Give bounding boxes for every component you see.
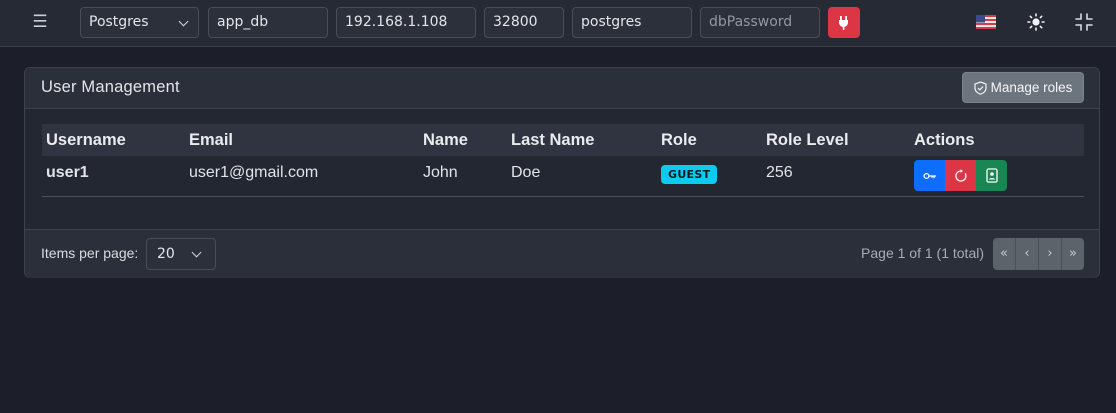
cell-email: user1@gmail.com bbox=[189, 164, 319, 181]
card-header: User Management Manage roles bbox=[25, 68, 1099, 109]
column-header-username: Username bbox=[46, 131, 126, 149]
compress-icon bbox=[1075, 13, 1093, 31]
password-placeholder: dbPassword bbox=[709, 14, 793, 30]
host-input[interactable]: 192.168.1.108 bbox=[336, 7, 476, 38]
shield-check-icon bbox=[973, 80, 987, 95]
sun-icon bbox=[1027, 13, 1045, 31]
card-title: User Management bbox=[41, 78, 180, 96]
db-type-value: Postgres bbox=[89, 14, 149, 30]
table-row: user1 user1@gmail.com John Doe GUEST 256 bbox=[42, 156, 1084, 197]
column-header-role: Role bbox=[661, 131, 697, 149]
pagination: « ‹ › » bbox=[993, 238, 1084, 270]
host-value: 192.168.1.108 bbox=[345, 14, 448, 30]
last-page-button[interactable]: » bbox=[1062, 238, 1084, 270]
key-icon bbox=[922, 172, 936, 179]
top-bar: ☰ Postgres app_db 192.168.1.108 32800 po… bbox=[0, 0, 1116, 47]
reset-icon bbox=[954, 168, 967, 182]
cell-name: John bbox=[423, 164, 458, 181]
db-name-input[interactable]: app_db bbox=[208, 7, 328, 38]
theme-toggle-button[interactable] bbox=[1024, 11, 1048, 33]
column-header-email: Email bbox=[189, 131, 234, 149]
manage-roles-label: Manage roles bbox=[990, 80, 1073, 95]
collapse-button[interactable] bbox=[1072, 11, 1096, 33]
cell-username: user1 bbox=[46, 164, 89, 181]
cell-last-name: Doe bbox=[511, 164, 541, 181]
user-profile-button[interactable] bbox=[976, 160, 1007, 191]
previous-page-button[interactable]: ‹ bbox=[1016, 238, 1039, 270]
language-button[interactable] bbox=[974, 11, 998, 33]
column-header-last-name: Last Name bbox=[511, 131, 595, 149]
db-name-value: app_db bbox=[217, 14, 269, 30]
column-header-role-level: Role Level bbox=[766, 131, 849, 149]
user-management-card: User Management Manage roles Username Em… bbox=[24, 67, 1100, 278]
card-footer: Items per page: 20 Page 1 of 1 (1 total)… bbox=[25, 229, 1099, 278]
column-header-name: Name bbox=[423, 131, 468, 149]
plug-icon bbox=[839, 15, 848, 30]
page-info: Page 1 of 1 (1 total) bbox=[861, 245, 984, 261]
items-per-page-value: 20 bbox=[157, 246, 175, 262]
column-header-actions: Actions bbox=[914, 131, 975, 149]
manage-roles-button[interactable]: Manage roles bbox=[962, 72, 1084, 103]
id-card-icon bbox=[985, 168, 998, 183]
table-header: Username Email Name Last Name Role Role … bbox=[42, 124, 1084, 156]
port-input[interactable]: 32800 bbox=[484, 7, 564, 38]
reset-user-button[interactable] bbox=[945, 160, 976, 191]
next-page-button[interactable]: › bbox=[1039, 238, 1062, 270]
password-input[interactable]: dbPassword bbox=[700, 7, 820, 38]
change-password-button[interactable] bbox=[914, 160, 945, 191]
port-value: 32800 bbox=[493, 14, 538, 30]
first-page-button[interactable]: « bbox=[993, 238, 1016, 270]
connect-button[interactable] bbox=[828, 7, 860, 38]
user-input[interactable]: postgres bbox=[572, 7, 692, 38]
items-per-page-select[interactable]: 20 bbox=[146, 238, 216, 270]
role-badge: GUEST bbox=[661, 165, 718, 184]
user-value: postgres bbox=[581, 14, 642, 30]
items-per-page-label: Items per page: bbox=[41, 245, 139, 261]
db-type-select[interactable]: Postgres bbox=[80, 7, 199, 38]
hamburger-menu-icon[interactable]: ☰ bbox=[31, 12, 49, 32]
us-flag-icon bbox=[976, 15, 996, 29]
cell-role-level: 256 bbox=[766, 164, 793, 181]
